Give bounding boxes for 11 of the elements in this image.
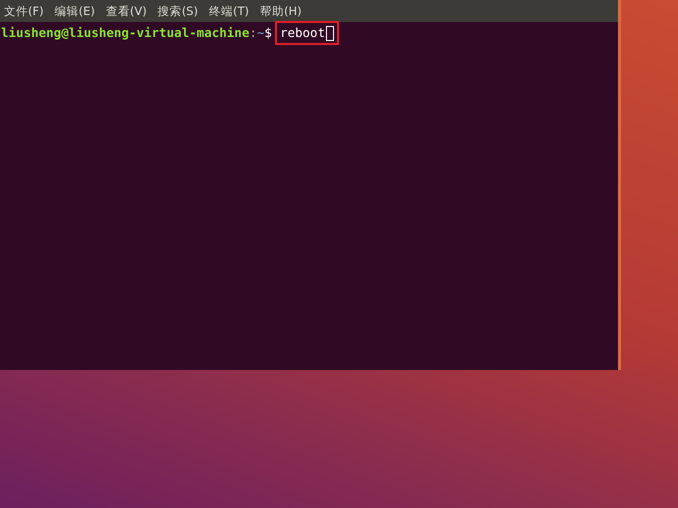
command-text: reboot: [280, 24, 326, 42]
prompt-path: ~: [256, 24, 264, 42]
menu-item[interactable]: 搜索(S): [158, 0, 198, 22]
prompt-separator: :: [249, 24, 257, 42]
menu-item[interactable]: 帮助(H): [260, 0, 302, 22]
menu-item[interactable]: 终端(T): [208, 0, 249, 22]
prompt-user-host: liusheng@liusheng-virtual-machine: [1, 24, 250, 42]
menu-item[interactable]: 编辑(E): [54, 0, 95, 22]
menu-item[interactable]: 查看(V): [106, 0, 147, 22]
prompt-symbol: $: [264, 24, 272, 42]
menu-item[interactable]: 文件(F): [4, 0, 44, 22]
